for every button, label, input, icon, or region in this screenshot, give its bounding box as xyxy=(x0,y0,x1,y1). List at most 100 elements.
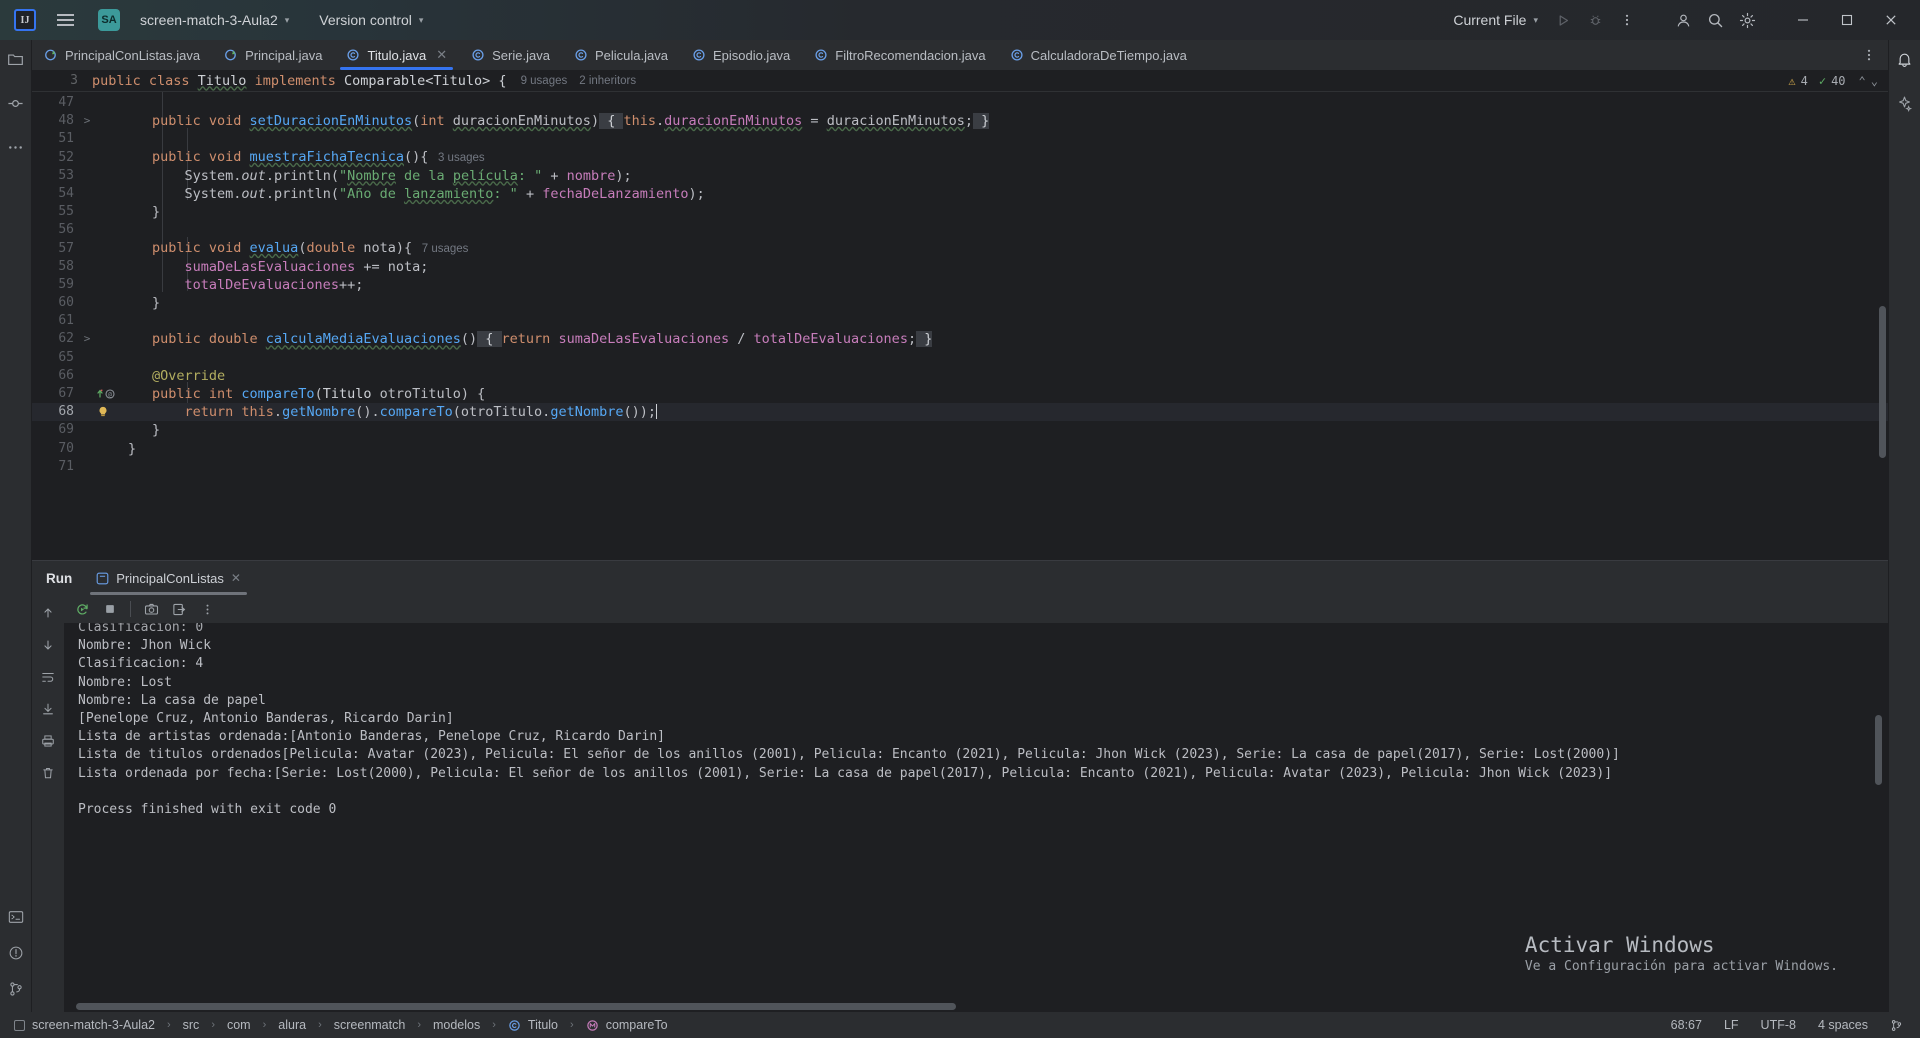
code-line[interactable]: 61 xyxy=(32,312,1888,330)
code-line[interactable]: 62 > public double calculaMediaEvaluacione… xyxy=(32,330,1888,348)
code-line-current[interactable]: 68 return this.getNombre().compareTo(otr… xyxy=(32,403,1888,422)
run-panel-title: Run xyxy=(46,570,73,586)
editor-tab-serie[interactable]: Serie.java xyxy=(459,40,562,70)
scroll-up-icon[interactable] xyxy=(36,601,60,625)
breadcrumb-module[interactable]: screen-match-3-Aula2 xyxy=(10,1016,159,1034)
git-branch-icon[interactable] xyxy=(3,976,29,1002)
code-line[interactable]: 52 public void muestraFichaTecnica(){ 3 u… xyxy=(32,149,1888,167)
sticky-class-header[interactable]: 3 public class Titulo implements Compara… xyxy=(32,70,1888,92)
editor-tab-calculadoradetiempo[interactable]: CalculadoraDeTiempo.java xyxy=(998,40,1199,70)
line-number: 65 xyxy=(58,349,74,365)
close-button[interactable] xyxy=(1870,1,1912,39)
usages-hint[interactable]: 9 usages xyxy=(521,75,568,87)
version-control-button[interactable]: Version control ▾ xyxy=(311,8,431,32)
code-line[interactable]: 54 System.out.println("Año de lanzamient… xyxy=(32,185,1888,203)
run-console-output[interactable]: Clasificacion: 0 Nombre: Jhon Wick Clasi… xyxy=(64,623,1888,1012)
code-line[interactable]: 58 sumaDeLasEvaluaciones += nota; xyxy=(32,258,1888,276)
notifications-icon[interactable] xyxy=(1892,46,1918,72)
run-configuration-selector[interactable]: Current File ▾ xyxy=(1445,8,1546,32)
trash-icon[interactable] xyxy=(36,761,60,785)
search-icon[interactable] xyxy=(1700,5,1730,35)
print-icon[interactable] xyxy=(36,729,60,753)
intention-bulb-icon[interactable] xyxy=(96,405,120,419)
project-selector[interactable]: screen-match-3-Aula2 ▾ xyxy=(132,8,297,32)
breadcrumb-src[interactable]: src xyxy=(179,1016,204,1034)
code-line[interactable]: 57 public void evalua(double nota){ 7 usa… xyxy=(32,240,1888,258)
override-impl-icon[interactable]: @ xyxy=(96,388,120,400)
code-editor[interactable]: 47 48 > public void setDuracionEnMinutos(i… xyxy=(32,92,1888,560)
warning-count: 4 xyxy=(1800,74,1808,88)
project-icon[interactable] xyxy=(3,46,29,72)
breadcrumb-com[interactable]: com xyxy=(223,1016,255,1034)
hamburger-menu-icon[interactable] xyxy=(52,7,78,33)
code-line[interactable]: 66 @Override xyxy=(32,367,1888,385)
editor-vertical-scrollbar[interactable] xyxy=(1879,306,1886,458)
code-line[interactable]: 56 xyxy=(32,221,1888,239)
ai-assistant-icon[interactable] xyxy=(1892,90,1918,116)
terminal-icon[interactable] xyxy=(3,904,29,930)
scroll-to-end-icon[interactable] xyxy=(36,697,60,721)
code-line[interactable]: 70} xyxy=(32,440,1888,458)
commit-icon[interactable] xyxy=(3,90,29,116)
minimize-button[interactable] xyxy=(1782,1,1824,39)
editor-tab-principalconlistas[interactable]: PrincipalConListas.java xyxy=(32,40,212,70)
code-line[interactable]: 51 xyxy=(32,130,1888,148)
rerun-icon[interactable] xyxy=(70,597,94,621)
breadcrumb-alura[interactable]: alura xyxy=(274,1016,310,1034)
inspection-widget[interactable]: ⚠ 4 ✓ 40 ⌃ ⌄ xyxy=(1788,70,1878,92)
breadcrumb-class-titulo[interactable]: Titulo xyxy=(504,1016,562,1034)
code-line[interactable]: 65 xyxy=(32,349,1888,367)
stop-icon[interactable] xyxy=(98,597,122,621)
breadcrumb-modelos[interactable]: modelos xyxy=(429,1016,484,1034)
fold-icon[interactable]: > xyxy=(78,112,96,130)
more-vertical-icon[interactable] xyxy=(195,597,219,621)
run-tab-principalconlistas[interactable]: PrincipalConListas ✕ xyxy=(90,561,247,595)
line-number: 53 xyxy=(58,167,74,183)
code-line[interactable]: 71 xyxy=(32,458,1888,476)
editor-tab-principal[interactable]: Principal.java xyxy=(212,40,334,70)
line-separator[interactable]: LF xyxy=(1717,1016,1746,1034)
editor-tabs-more-icon[interactable] xyxy=(1850,40,1888,70)
code-line[interactable]: 59 totalDeEvaluaciones++; xyxy=(32,276,1888,294)
editor-tab-filtrorecomendacion[interactable]: FiltroRecomendacion.java xyxy=(802,40,997,70)
console-horizontal-scrollbar[interactable] xyxy=(76,1003,956,1010)
maximize-button[interactable] xyxy=(1826,1,1868,39)
editor-tab-label: PrincipalConListas.java xyxy=(65,47,201,63)
breadcrumb-screenmatch[interactable]: screenmatch xyxy=(330,1016,410,1034)
screenshot-icon[interactable] xyxy=(139,597,163,621)
close-icon[interactable]: ✕ xyxy=(436,47,447,63)
code-line[interactable]: 67 @ public int compareTo(Titulo otroTitul… xyxy=(32,385,1888,403)
code-line[interactable]: 69} xyxy=(32,421,1888,439)
debug-icon[interactable] xyxy=(1580,5,1610,35)
code-line[interactable]: 55} xyxy=(32,203,1888,221)
line-number: 68 xyxy=(58,404,74,420)
editor-tab-titulo[interactable]: Titulo.java ✕ xyxy=(334,40,459,70)
breadcrumb-method-compareto[interactable]: compareTo xyxy=(582,1016,672,1034)
inheritors-hint[interactable]: 2 inheritors xyxy=(579,75,636,87)
more-vertical-icon[interactable] xyxy=(1612,5,1642,35)
run-icon[interactable] xyxy=(1548,5,1578,35)
fold-icon[interactable]: > xyxy=(78,330,96,348)
caret-position[interactable]: 68:67 xyxy=(1664,1016,1709,1034)
file-encoding[interactable]: UTF-8 xyxy=(1754,1016,1803,1034)
editor-tab-episodio[interactable]: Episodio.java xyxy=(680,40,802,70)
windows-activation-watermark: Activar Windows Ve a Configuración para … xyxy=(1525,934,1838,976)
chevron-down-icon[interactable]: ⌄ xyxy=(1871,74,1878,88)
scroll-down-icon[interactable] xyxy=(36,633,60,657)
more-tool-windows-icon[interactable] xyxy=(3,134,29,160)
account-icon[interactable] xyxy=(1668,5,1698,35)
export-icon[interactable] xyxy=(167,597,191,621)
console-vertical-scrollbar[interactable] xyxy=(1875,715,1882,785)
code-line[interactable]: 48 > public void setDuracionEnMinutos(int … xyxy=(32,112,1888,130)
code-line[interactable]: 60} xyxy=(32,294,1888,312)
git-branch-status-icon[interactable] xyxy=(1883,1017,1910,1034)
chevron-up-icon[interactable]: ⌃ xyxy=(1859,74,1866,88)
code-line[interactable]: 47 xyxy=(32,94,1888,112)
settings-icon[interactable] xyxy=(1732,5,1762,35)
code-line[interactable]: 53 System.out.println("Nombre de la pelí… xyxy=(32,167,1888,185)
problems-icon[interactable] xyxy=(3,940,29,966)
soft-wrap-icon[interactable] xyxy=(36,665,60,689)
close-icon[interactable]: ✕ xyxy=(231,571,241,585)
indent-setting[interactable]: 4 spaces xyxy=(1811,1016,1875,1034)
editor-tab-pelicula[interactable]: Pelicula.java xyxy=(562,40,680,70)
